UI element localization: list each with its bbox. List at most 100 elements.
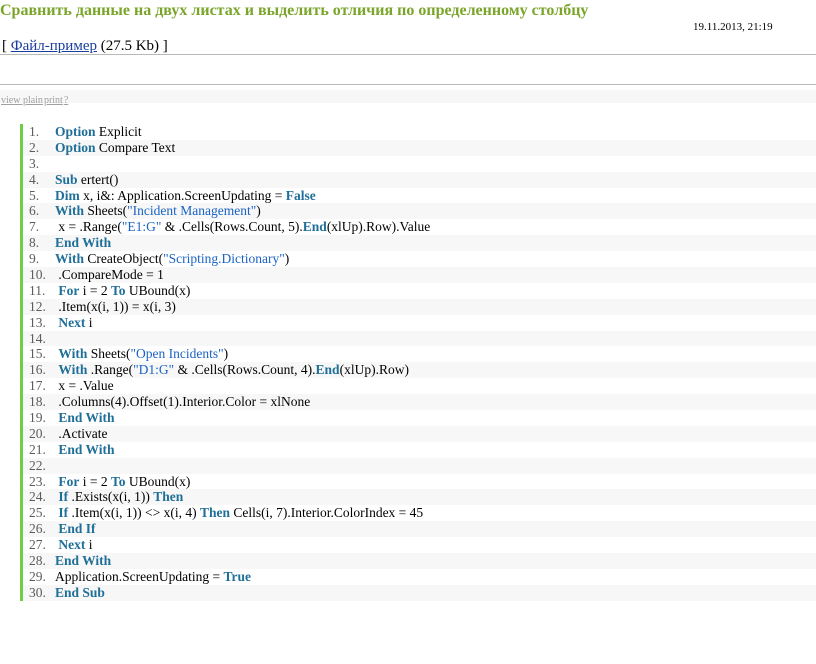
line-number: 25. (29, 505, 46, 521)
keyword: With (55, 203, 85, 219)
code-line: 3. (23, 156, 816, 172)
code-text: End With (55, 553, 111, 569)
code-line: 26. End If (23, 521, 816, 538)
code-line: 10. .CompareMode = 1 (23, 267, 816, 283)
code-line: 21. End With (23, 442, 816, 458)
keyword: With (58, 346, 88, 362)
line-number: 10. (29, 267, 46, 283)
code-token: .Item(x(i, 1)) = x(i, 3) (55, 298, 176, 314)
attachment-open-bracket: [ (2, 38, 11, 54)
code-token: (xlUp).Row).Value (326, 219, 431, 235)
code-block: 1. Option Explicit 2. Option Compare Text 3.… (20, 124, 816, 601)
code-line: 28. End With (23, 553, 816, 569)
code-token: (xlUp).Row) (339, 362, 409, 378)
code-token: x = .Value (55, 378, 114, 394)
divider-top (0, 54, 816, 55)
code-text: For i = 2 To UBound(x) (55, 474, 190, 490)
attachment-size: (27.5 Kb) ] (96, 38, 168, 54)
code-text: With Sheets("Incident Management") (55, 203, 261, 219)
keyword: Sub (55, 171, 78, 187)
line-number: 29. (29, 568, 46, 584)
keyword: To (111, 473, 126, 489)
code-line: 12. .Item(x(i, 1)) = x(i, 3) (23, 298, 816, 315)
line-number: 2. (29, 139, 40, 155)
code-token: x, i&: Application.ScreenUpdating = (79, 187, 286, 203)
code-line: 15. With Sheets("Open Incidents") (23, 346, 816, 362)
keyword: To (111, 282, 126, 298)
code-text: If .Exists(x(i, 1)) Then (55, 489, 183, 505)
code-line: 9. With CreateObject("Scripting.Dictionar… (23, 251, 816, 267)
code-text: With Sheets("Open Incidents") (55, 346, 228, 362)
code-line: 11. For i = 2 To UBound(x) (23, 283, 816, 299)
string-literal: "D1:G" (133, 362, 175, 378)
keyword: End If (58, 521, 96, 537)
code-token: .Range( (87, 362, 134, 378)
line-number: 7. (29, 219, 40, 235)
code-line: 27. Next i (23, 537, 816, 553)
line-number: 26. (29, 521, 46, 537)
keyword: Dim (55, 187, 80, 203)
code-token: .Activate (55, 425, 108, 441)
line-number: 27. (29, 537, 46, 553)
line-number: 30. (29, 584, 46, 600)
line-number: 23. (29, 473, 46, 489)
code-line: 1. Option Explicit (23, 124, 816, 140)
view-plain-link[interactable]: view plain (1, 95, 43, 106)
line-number: 28. (29, 553, 46, 569)
line-number: 19. (29, 410, 46, 426)
code-text: .Columns(4).Offset(1).Interior.Color = x… (55, 394, 310, 410)
code-token: ) (256, 203, 261, 219)
code-line: 24. If .Exists(x(i, 1)) Then (23, 489, 816, 506)
code-token: ) (223, 346, 229, 362)
line-number: 3. (29, 155, 40, 171)
code-line: 20. .Activate (23, 425, 816, 442)
code-text: With .Range("D1:G" & .Cells(Rows.Count, … (55, 362, 409, 378)
keyword: End With (58, 410, 115, 426)
line-number: 16. (29, 362, 46, 378)
code-text: Next i (55, 314, 93, 331)
line-number: 1. (29, 124, 40, 139)
line-number: 13. (29, 314, 46, 330)
keyword: For (58, 282, 80, 298)
code-line: 25. If .Item(x(i, 1)) <> x(i, 4) Then Ce… (23, 505, 816, 521)
string-literal: "Open Incidents" (130, 346, 224, 362)
code-text: Dim x, i&: Application.ScreenUpdating = … (55, 188, 316, 204)
code-text: x = .Value (55, 378, 114, 394)
help-link[interactable]: ? (64, 95, 68, 106)
code-token: Cells(i, 7).Interior.ColorIndex = 45 (229, 505, 424, 521)
code-line: 18. .Columns(4).Offset(1).Interior.Color… (23, 394, 816, 411)
string-literal: "E1:G" (121, 219, 162, 235)
print-link[interactable]: print (44, 95, 63, 106)
code-text: With CreateObject("Scripting.Dictionary"… (55, 251, 289, 267)
code-token: ) (284, 251, 290, 267)
line-number: 12. (29, 298, 46, 314)
keyword: End (315, 362, 340, 378)
line-number: 4. (29, 171, 40, 187)
code-token: .Item(x(i, 1)) <> x(i, 4) (68, 505, 200, 521)
code-text: .CompareMode = 1 (55, 267, 163, 283)
code-token: x = .Range( (55, 219, 122, 235)
line-number: 6. (29, 203, 40, 219)
line-number: 11. (29, 282, 46, 298)
code-token: UBound(x) (125, 282, 191, 298)
code-token: i = 2 (79, 473, 111, 489)
keyword: Then (199, 505, 230, 521)
keyword: With (55, 251, 85, 267)
code-text: For i = 2 To UBound(x) (55, 283, 190, 299)
code-token: i (85, 314, 93, 330)
attachment-link[interactable]: Файл-пример (11, 38, 97, 54)
line-number: 24. (29, 489, 46, 505)
code-text: If .Item(x(i, 1)) <> x(i, 4) Then Cells(… (55, 505, 423, 521)
keyword: Option (55, 139, 96, 155)
code-text: .Activate (55, 426, 107, 442)
code-text: End With (55, 410, 115, 426)
line-number: 21. (29, 441, 46, 457)
code-line: 30. End Sub (23, 584, 816, 601)
keyword: Next (58, 314, 86, 330)
keyword: End (302, 219, 327, 235)
code-token: i = 2 (79, 282, 111, 298)
line-number: 9. (29, 251, 40, 267)
code-text: Next i (55, 537, 92, 553)
line-number: 14. (29, 330, 46, 346)
code-token: ertert() (77, 171, 119, 187)
